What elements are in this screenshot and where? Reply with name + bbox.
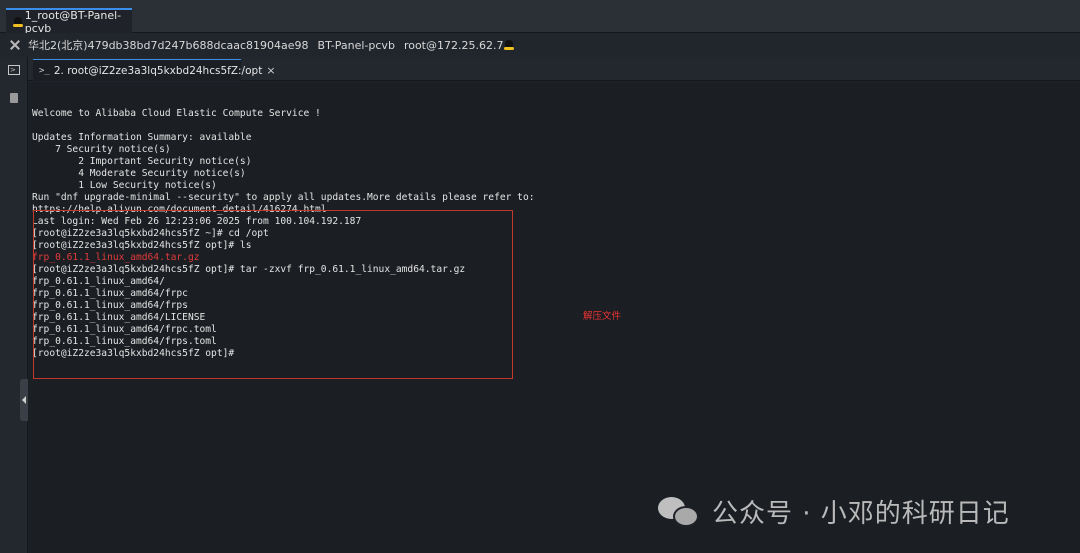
collapse-panel-handle[interactable] — [20, 379, 28, 421]
terminal-line: 7 Security notice(s) — [32, 144, 171, 155]
window-tab-bar: 1_root@BT-Panel-pcvb — [0, 0, 1080, 35]
terminal-session-tab[interactable]: >_ 2. root@iZ2ze3a3lq5kxbd24hcs5fZ:/opt … — [33, 59, 276, 81]
window-tab-label: 1_root@BT-Panel-pcvb — [24, 8, 122, 35]
watermark: 公众号 · 小邓的科研日记 — [658, 493, 1010, 530]
user-ip: root@172.25.62.7 — [403, 38, 504, 52]
side-rail: > — [0, 57, 28, 553]
connection-info-bar: 华北2(北京)479db38bd7d247b688dcaac81904ae98 … — [0, 33, 1080, 57]
terminal-line: 4 Moderate Security notice(s) — [32, 168, 246, 179]
terminal-tab-bar: >_ 2. root@iZ2ze3a3lq5kxbd24hcs5fZ:/opt … — [28, 57, 1080, 81]
annotation-label: 解压文件 — [583, 311, 622, 322]
watermark-text: 公众号 · 小邓的科研日记 — [712, 499, 1010, 529]
close-icon[interactable] — [10, 40, 20, 50]
tab-close-icon[interactable]: × — [266, 64, 275, 77]
linux-icon — [504, 40, 515, 50]
host-name: BT-Panel-pcvb — [317, 38, 395, 52]
terminal-line: Welcome to Alibaba Cloud Elastic Compute… — [32, 108, 321, 119]
terminal-line: 2 Important Security notice(s) — [32, 156, 252, 167]
window-tab[interactable]: 1_root@BT-Panel-pcvb — [6, 8, 132, 35]
terminal-icon[interactable]: > — [8, 65, 20, 75]
terminal-line: 1 Low Security notice(s) — [32, 180, 217, 191]
file-icon[interactable] — [10, 93, 18, 103]
region-instance-id: 华北2(北京)479db38bd7d247b688dcaac81904ae98 — [28, 39, 309, 52]
terminal-line: Run "dnf upgrade-minimal --security" to … — [32, 192, 535, 203]
highlight-box — [33, 210, 513, 379]
terminal-tab-label: 2. root@iZ2ze3a3lq5kxbd24hcs5fZ:/opt — [53, 64, 263, 77]
terminal-line: Updates Information Summary: available — [32, 132, 252, 143]
linux-icon — [13, 16, 23, 27]
wechat-icon — [658, 495, 704, 529]
terminal-prompt-icon: >_ — [39, 65, 50, 76]
